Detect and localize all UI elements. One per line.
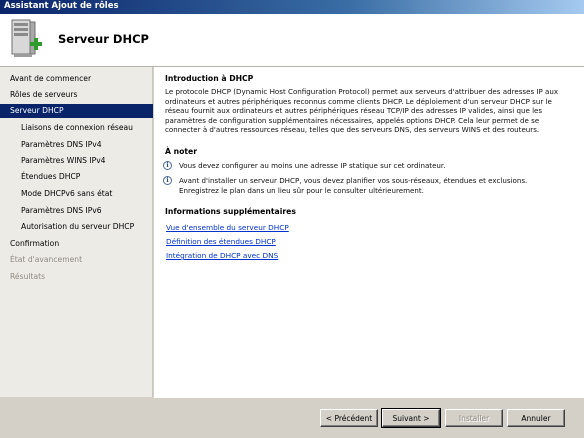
wizard-header: Serveur DHCP — [0, 14, 584, 67]
window-title: Assistant Ajout de rôles — [4, 1, 119, 11]
note-line: Vous devez configurer au moins une adres… — [179, 161, 446, 170]
step-etendues-dhcp[interactable]: Étendues DHCP — [0, 170, 153, 184]
intro-line: Le protocole DHCP (Dynamic Host Configur… — [165, 87, 559, 96]
intro-line: connecter à d'autres ressources réseau, … — [165, 125, 540, 135]
next-button[interactable]: Suivant > — [381, 408, 441, 428]
previous-button[interactable]: < Précédent — [320, 409, 378, 427]
main-content: Introduction à DHCP Le protocole DHCP (D… — [154, 67, 584, 397]
wizard-steps-sidebar: Avant de commencer Rôles de serveurs Ser… — [0, 67, 153, 397]
page-title: Serveur DHCP — [58, 32, 149, 46]
step-parametres-wins-ipv4[interactable]: Paramètres WINS IPv4 — [0, 154, 153, 168]
install-button: Installer — [445, 409, 503, 427]
step-confirmation[interactable]: Confirmation — [0, 237, 153, 251]
link-integration-dhcp-dns[interactable]: Intégration de DHCP avec DNS — [166, 251, 278, 260]
step-resultats: Résultats — [10, 272, 46, 281]
intro-line: paramètres de configuration supplémentai… — [165, 115, 540, 125]
intro-line: réseau fournit aux ordinateurs et autres… — [165, 106, 543, 116]
intro-heading: Introduction à DHCP — [165, 74, 254, 83]
step-parametres-dns-ipv4[interactable]: Paramètres DNS IPv4 — [0, 138, 153, 152]
info-icon: i — [163, 161, 172, 170]
step-liaisons-connexion-reseau[interactable]: Liaisons de connexion réseau — [0, 121, 153, 135]
note-line: Avant d'installer un serveur DHCP, vous … — [179, 176, 528, 185]
note-heading: À noter — [165, 147, 198, 156]
intro-line: ordinateurs et autres périphériques reco… — [165, 96, 552, 106]
info-icon: i — [163, 176, 172, 185]
link-definition-etendues[interactable]: Définition des étendues DHCP — [166, 237, 276, 246]
step-etat-avancement: État d'avancement — [10, 255, 83, 264]
link-vue-ensemble-dhcp[interactable]: Vue d'ensemble du serveur DHCP — [166, 223, 289, 232]
title-bar[interactable]: Assistant Ajout de rôles — [0, 0, 584, 14]
step-roles-de-serveurs[interactable]: Rôles de serveurs — [0, 88, 153, 102]
more-info-heading: Informations supplémentaires — [165, 207, 296, 216]
cancel-button[interactable]: Annuler — [507, 409, 565, 427]
step-serveur-dhcp[interactable]: Serveur DHCP — [0, 104, 153, 118]
step-avant-de-commencer[interactable]: Avant de commencer — [0, 72, 153, 86]
step-parametres-dns-ipv6[interactable]: Paramètres DNS IPv6 — [0, 204, 153, 218]
step-autorisation-serveur-dhcp[interactable]: Autorisation du serveur DHCP — [0, 220, 153, 234]
wizard-footer: < Précédent Suivant > Installer Annuler — [154, 397, 584, 438]
intro-paragraph: Le protocole DHCP (Dynamic Host Configur… — [165, 87, 568, 135]
step-mode-dhcpv6[interactable]: Mode DHCPv6 sans état — [0, 187, 153, 201]
server-add-icon — [11, 19, 42, 57]
note-line: Enregistrez le plan dans un lieu sûr pou… — [179, 185, 424, 195]
